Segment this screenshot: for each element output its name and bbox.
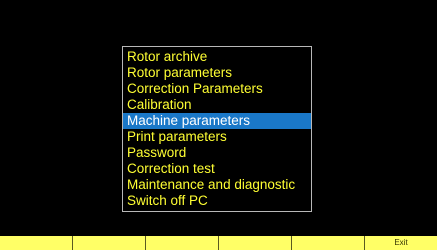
menu-item-rotor-parameters[interactable]: Rotor parameters: [123, 65, 311, 81]
function-key-5[interactable]: [292, 236, 365, 250]
exit-button[interactable]: Exit: [365, 236, 437, 250]
main-screen: Rotor archive Rotor parameters Correctio…: [0, 0, 437, 236]
function-key-bar: Exit: [0, 236, 437, 250]
menu-item-machine-parameters[interactable]: Machine parameters: [123, 113, 311, 129]
main-menu: Rotor archive Rotor parameters Correctio…: [122, 46, 312, 212]
function-key-1[interactable]: [0, 236, 73, 250]
menu-item-correction-parameters[interactable]: Correction Parameters: [123, 81, 311, 97]
menu-item-calibration[interactable]: Calibration: [123, 97, 311, 113]
menu-item-print-parameters[interactable]: Print parameters: [123, 129, 311, 145]
menu-item-switch-off-pc[interactable]: Switch off PC: [123, 193, 311, 209]
menu-item-correction-test[interactable]: Correction test: [123, 161, 311, 177]
menu-item-rotor-archive[interactable]: Rotor archive: [123, 49, 311, 65]
function-key-3[interactable]: [146, 236, 219, 250]
function-key-4[interactable]: [219, 236, 292, 250]
menu-item-password[interactable]: Password: [123, 145, 311, 161]
menu-item-maintenance-diagnostic[interactable]: Maintenance and diagnostic: [123, 177, 311, 193]
function-key-2[interactable]: [73, 236, 146, 250]
